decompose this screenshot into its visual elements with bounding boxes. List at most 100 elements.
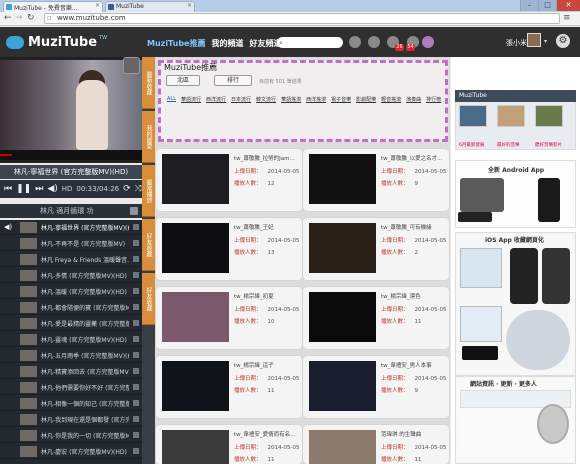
- item-menu-icon[interactable]: [133, 400, 139, 406]
- tab-friend-favorites[interactable]: 好友收藏: [142, 219, 155, 271]
- video-card[interactable]: tw_楊宗緯_漂色 上傳日期： 2014-05-05 播放人數： 11: [303, 287, 449, 349]
- category-link[interactable]: ALL: [167, 96, 176, 103]
- video-title[interactable]: tw_蕭敬騰_拉勞的Jam...: [234, 154, 300, 162]
- video-thumbnail[interactable]: [309, 292, 376, 342]
- close-window-button[interactable]: ✕: [556, 0, 580, 11]
- back-icon[interactable]: ←: [4, 13, 12, 23]
- playlist-menu-icon[interactable]: [130, 207, 138, 215]
- video-title[interactable]: tw_楊宗緯_漂色: [381, 292, 447, 300]
- playlist-header[interactable]: 林凡 適月循環 功: [0, 204, 142, 218]
- list-item[interactable]: 林凡-寧福世界 (官方完整版MV)(HD): [0, 220, 142, 235]
- item-menu-icon[interactable]: [133, 416, 139, 422]
- video-thumbnail[interactable]: [309, 154, 376, 204]
- video-thumbnail[interactable]: [309, 430, 376, 464]
- video-card[interactable]: tw_韋禮安_男人本事 上傳日期： 2014-05-05 播放人數： 9: [303, 356, 449, 418]
- item-menu-icon[interactable]: [133, 336, 139, 342]
- tab-latest[interactable]: 最新收藏: [142, 57, 155, 109]
- promo-label[interactable]: 6月最新發展: [459, 142, 484, 148]
- chevron-down-icon[interactable]: ▾: [544, 38, 547, 45]
- list-item[interactable]: 林凡-相像一個的知己 (官方完整版MV): [0, 396, 142, 411]
- video-thumbnail[interactable]: [309, 361, 376, 411]
- list-item[interactable]: 林凡-他們需要你好不好 (官方完整版MV): [0, 380, 142, 395]
- cloud-icon[interactable]: [349, 36, 361, 48]
- video-card[interactable]: tw_蕭敬騰_拉勞的Jam... 上傳日期： 2014-05-05 播放人數： 12: [156, 149, 302, 211]
- promo-label[interactable]: 最好的音樂: [497, 142, 520, 148]
- video-card[interactable]: tw_韋禮安_愛情而有名... 上傳日期： 2014-05-05 播放人數： 11: [156, 425, 302, 464]
- category-link[interactable]: 西洋搖滾: [306, 96, 326, 103]
- video-thumbnail[interactable]: [162, 292, 229, 342]
- video-frame[interactable]: [0, 60, 142, 150]
- promo-tile[interactable]: [459, 105, 487, 127]
- item-menu-icon[interactable]: [133, 240, 139, 246]
- search-input[interactable]: ⌕: [277, 37, 343, 48]
- video-title[interactable]: tw_蕭敬騰_以愛之名才...: [381, 154, 447, 162]
- category-link[interactable]: 影劇配樂: [356, 96, 376, 103]
- category-link[interactable]: 電子音樂: [331, 96, 351, 103]
- forward-icon[interactable]: →: [15, 13, 23, 23]
- list-item[interactable]: 林凡-慶宏 (官方完整版MV)(HD): [0, 444, 142, 459]
- filter-button[interactable]: 北區: [166, 75, 200, 86]
- item-menu-icon[interactable]: [133, 304, 139, 310]
- video-thumbnail[interactable]: [162, 154, 229, 204]
- video-card[interactable]: 范瑋琪 的生聲曲 上傳日期： 2014-05-05 播放人數： 11: [303, 425, 449, 464]
- item-menu-icon[interactable]: [133, 288, 139, 294]
- video-title[interactable]: tw_韋禮安_愛情而有名...: [234, 430, 300, 438]
- category-link[interactable]: 華語搖滾: [281, 96, 301, 103]
- list-item[interactable]: 林凡-多情 (官方完整版MV)(HD): [0, 268, 142, 283]
- nav-recommend[interactable]: MuziTube推薦: [147, 38, 205, 49]
- video-title[interactable]: 范瑋琪 的生聲曲: [381, 430, 447, 438]
- list-item[interactable]: 林凡-精寶添回去 (官方完整版MV): [0, 364, 142, 379]
- browser-tab-active[interactable]: MuziTube - 免費音樂... ×: [3, 1, 103, 12]
- nav-my-channel[interactable]: 我的頻道: [211, 38, 243, 49]
- promo-tile[interactable]: [535, 105, 563, 127]
- url-field[interactable]: ▫ www.muzitube.com: [44, 13, 560, 24]
- item-menu-icon[interactable]: [133, 448, 139, 454]
- video-title[interactable]: tw_韋禮安_男人本事: [381, 361, 447, 369]
- category-link[interactable]: 西洋流行: [206, 96, 226, 103]
- video-thumbnail[interactable]: [309, 223, 376, 273]
- video-card[interactable]: tw_楊宗緯_初夏 上傳日期： 2014-05-05 播放人數： 10: [156, 287, 302, 349]
- category-link[interactable]: 日本流行: [231, 96, 251, 103]
- list-item[interactable]: 林凡-五月雨季 (官方完整版MV)(HD): [0, 348, 142, 363]
- list-item[interactable]: 林凡-你是我的一切 (官方完整版MV): [0, 428, 142, 443]
- item-menu-icon[interactable]: [133, 352, 139, 358]
- list-item[interactable]: 林凡-靈魂 (官方完整版MV)(HD): [0, 332, 142, 347]
- category-link[interactable]: 華語流行: [181, 96, 201, 103]
- item-menu-icon[interactable]: [133, 432, 139, 438]
- video-thumbnail[interactable]: [162, 223, 229, 273]
- video-progress-bar[interactable]: [0, 150, 142, 160]
- promo-tile[interactable]: [497, 105, 525, 127]
- item-menu-icon[interactable]: [133, 272, 139, 278]
- hd-toggle[interactable]: HD: [62, 185, 73, 193]
- avatar[interactable]: [527, 33, 541, 47]
- next-icon[interactable]: ⏭: [35, 184, 43, 194]
- item-menu-icon[interactable]: [133, 368, 139, 374]
- video-card[interactable]: tw_蕭敬騰_以愛之名才... 上傳日期： 2014-05-05 播放人數： 9: [303, 149, 449, 211]
- minimize-button[interactable]: –: [520, 0, 538, 11]
- video-card[interactable]: tw_蕭敬騰_王妃 上傳日期： 2014-05-05 播放人數： 13: [156, 218, 302, 280]
- video-thumbnail[interactable]: [162, 430, 229, 464]
- menu-icon[interactable]: ≡: [563, 13, 571, 23]
- friends-icon[interactable]: [422, 36, 434, 48]
- reload-icon[interactable]: ↻: [27, 13, 35, 23]
- video-title[interactable]: tw_蕭敬騰_可有機緣: [381, 223, 447, 231]
- video-card[interactable]: tw_蕭敬騰_可有機緣 上傳日期： 2014-05-05 播放人數： 2: [303, 218, 449, 280]
- video-card[interactable]: tw_楊宗緯_這子 上傳日期： 2014-05-05 播放人數： 11: [156, 356, 302, 418]
- tools-icon[interactable]: [368, 36, 380, 48]
- close-tab-icon[interactable]: ×: [187, 2, 192, 9]
- item-menu-icon[interactable]: [133, 256, 139, 262]
- volume-icon[interactable]: ◀): [47, 184, 57, 194]
- category-link[interactable]: 演奏曲: [406, 96, 421, 103]
- shuffle-icon[interactable]: ⤨: [135, 184, 142, 194]
- list-item[interactable]: 林凡-都會隨便的寶 (官方完整版MV): [0, 300, 142, 315]
- video-title[interactable]: tw_楊宗緯_初夏: [234, 292, 300, 300]
- maximize-button[interactable]: □: [538, 0, 556, 11]
- list-item[interactable]: 林凡-不再不是 (官方完整版MV): [0, 236, 142, 251]
- browser-tab[interactable]: MuziTube ×: [105, 1, 195, 12]
- previous-icon[interactable]: ⏮: [4, 184, 12, 194]
- tab-most-played[interactable]: 最常播放: [142, 165, 155, 217]
- item-menu-icon[interactable]: [133, 224, 139, 230]
- app-store-badge-icon[interactable]: [462, 346, 498, 360]
- repeat-icon[interactable]: ⟳: [123, 184, 131, 194]
- video-thumbnail[interactable]: [162, 361, 229, 411]
